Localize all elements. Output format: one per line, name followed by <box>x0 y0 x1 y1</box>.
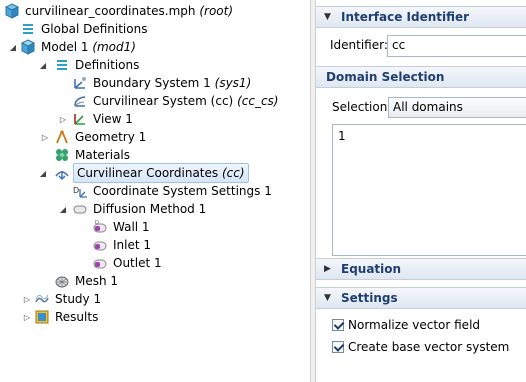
tree-model-tag: (mod1) <box>92 40 136 54</box>
section-settings[interactable]: ▼ Settings <box>316 287 526 309</box>
normalize-vector-field-label: Normalize vector field <box>348 318 481 332</box>
curvilinear-coordinates-icon <box>54 165 70 181</box>
tree-view-label: View 1 <box>93 112 133 126</box>
model-tree: curvilinear_coordinates.mph (root) Globa… <box>0 0 310 382</box>
identifier-label: Identifier: <box>330 38 388 52</box>
coordinate-system-settings-icon: D <box>72 183 88 199</box>
tree-root-label: curvilinear_coordinates.mph <box>25 4 196 18</box>
geometry-icon <box>54 129 70 145</box>
tree-outlet-label: Outlet 1 <box>113 256 162 270</box>
checkbox-checked-icon[interactable] <box>332 341 344 353</box>
collapse-arrow-icon[interactable]: ◢ <box>58 204 68 214</box>
tree-item-results[interactable]: Results <box>34 308 100 326</box>
tree-curvilinear-system-label: Curvilinear System (cc) <box>93 94 234 108</box>
expand-arrow-icon[interactable]: ▷ <box>22 294 32 304</box>
definitions-icon <box>54 57 70 73</box>
tree-boundary-system-tag: (sys1) <box>214 76 252 90</box>
section-domain-selection-title: Domain Selection <box>326 70 445 84</box>
tree-diffusion-method-label: Diffusion Method 1 <box>93 202 207 216</box>
global-definitions-icon <box>20 21 36 37</box>
inlet-icon <box>92 237 108 253</box>
svg-text:D: D <box>73 186 79 195</box>
tree-wall-label: Wall 1 <box>113 220 150 234</box>
tree-curvilinear-system-tag: (cc_cs) <box>237 94 279 108</box>
normalize-vector-field-checkbox[interactable]: Normalize vector field <box>332 318 480 332</box>
diffusion-method-icon <box>72 201 88 217</box>
collapse-triangle-icon: ▼ <box>324 12 331 22</box>
section-interface-identifier[interactable]: ▼ Interface Identifier <box>316 6 526 28</box>
tree-item-outlet[interactable]: Outlet 1 <box>92 254 164 272</box>
identifier-field[interactable]: cc <box>387 35 526 57</box>
tree-curvilinear-coordinates-tag: (cc) <box>221 166 245 180</box>
collapse-arrow-icon[interactable]: ◢ <box>38 60 48 70</box>
tree-coordinate-system-settings-label: Coordinate System Settings 1 <box>93 184 272 198</box>
selection-label: Selection: <box>332 100 392 114</box>
tree-item-mesh[interactable]: Mesh 1 <box>54 272 120 290</box>
tree-results-label: Results <box>55 310 99 324</box>
tree-item-coordinate-system-settings[interactable]: D Coordinate System Settings 1 <box>72 182 274 200</box>
outlet-icon <box>92 255 108 271</box>
section-equation[interactable]: ▶ Equation <box>316 258 526 280</box>
tree-item-study[interactable]: Study 1 <box>34 290 103 308</box>
tree-item-wall[interactable]: D Wall 1 <box>92 218 152 236</box>
tree-root-tag: (root) <box>199 4 234 18</box>
expand-triangle-icon: ▶ <box>324 264 331 274</box>
results-icon <box>34 309 50 325</box>
collapse-arrow-icon[interactable]: ◢ <box>38 168 48 178</box>
tree-item-root[interactable]: curvilinear_coordinates.mph (root) <box>4 2 235 20</box>
tree-materials-label: Materials <box>75 148 131 162</box>
checkbox-checked-icon[interactable] <box>332 319 344 331</box>
study-icon <box>34 291 50 307</box>
expand-arrow-icon[interactable]: ▷ <box>40 132 50 142</box>
collapse-triangle-icon: ▼ <box>324 293 331 303</box>
tree-global-definitions-label: Global Definitions <box>41 22 148 36</box>
tree-item-curvilinear-system[interactable]: Curvilinear System (cc) (cc_cs) <box>72 92 280 110</box>
selection-dropdown[interactable]: All domains <box>388 97 526 118</box>
collapse-arrow-icon[interactable]: ◢ <box>8 42 18 52</box>
tree-item-model[interactable]: Model 1 (mod1) <box>20 38 138 56</box>
tree-item-diffusion-method[interactable]: Diffusion Method 1 <box>72 200 208 218</box>
expand-arrow-icon[interactable]: ▷ <box>22 312 32 322</box>
curvilinear-system-icon <box>72 93 88 109</box>
tree-item-geometry[interactable]: Geometry 1 <box>54 128 148 146</box>
tree-mesh-label: Mesh 1 <box>75 274 119 288</box>
tree-geometry-label: Geometry 1 <box>75 130 147 144</box>
section-interface-identifier-title: Interface Identifier <box>341 10 470 24</box>
tree-item-global-definitions[interactable]: Global Definitions <box>20 20 149 38</box>
tree-item-definitions[interactable]: Definitions <box>54 56 141 74</box>
tree-curvilinear-coordinates-label: Curvilinear Coordinates <box>77 166 219 180</box>
tree-inlet-label: Inlet 1 <box>113 238 152 252</box>
tree-boundary-system-label: Boundary System 1 <box>93 76 211 90</box>
tree-definitions-label: Definitions <box>75 58 140 72</box>
tree-model-label: Model 1 <box>41 40 89 54</box>
tree-item-view[interactable]: View 1 <box>72 110 135 128</box>
tree-item-boundary-system[interactable]: Boundary System 1 (sys1) <box>72 74 253 92</box>
model-icon <box>20 39 36 55</box>
create-base-vector-system-label: Create base vector system <box>348 340 510 354</box>
boundary-system-icon <box>72 75 88 91</box>
tree-study-label: Study 1 <box>55 292 102 306</box>
section-settings-title: Settings <box>341 291 398 305</box>
svg-text:D: D <box>95 220 99 226</box>
section-domain-selection[interactable]: Domain Selection <box>316 66 526 88</box>
mesh-icon <box>54 273 70 289</box>
tree-item-curvilinear-coordinates[interactable]: Curvilinear Coordinates (cc) <box>54 163 249 183</box>
settings-panel: ▼ Interface Identifier Identifier: cc Do… <box>316 0 526 382</box>
view-icon <box>72 111 88 127</box>
section-equation-title: Equation <box>341 262 402 276</box>
wall-icon: D <box>92 219 108 235</box>
create-base-vector-system-checkbox[interactable]: Create base vector system <box>332 340 509 354</box>
tree-item-materials[interactable]: Materials <box>54 146 132 164</box>
expand-arrow-icon[interactable]: ▷ <box>58 114 68 124</box>
list-item[interactable]: 1 <box>338 129 526 143</box>
materials-icon <box>54 147 70 163</box>
domain-selection-list[interactable]: 1 <box>332 124 526 256</box>
tree-item-inlet[interactable]: Inlet 1 <box>92 236 153 254</box>
model-file-icon <box>4 3 20 19</box>
